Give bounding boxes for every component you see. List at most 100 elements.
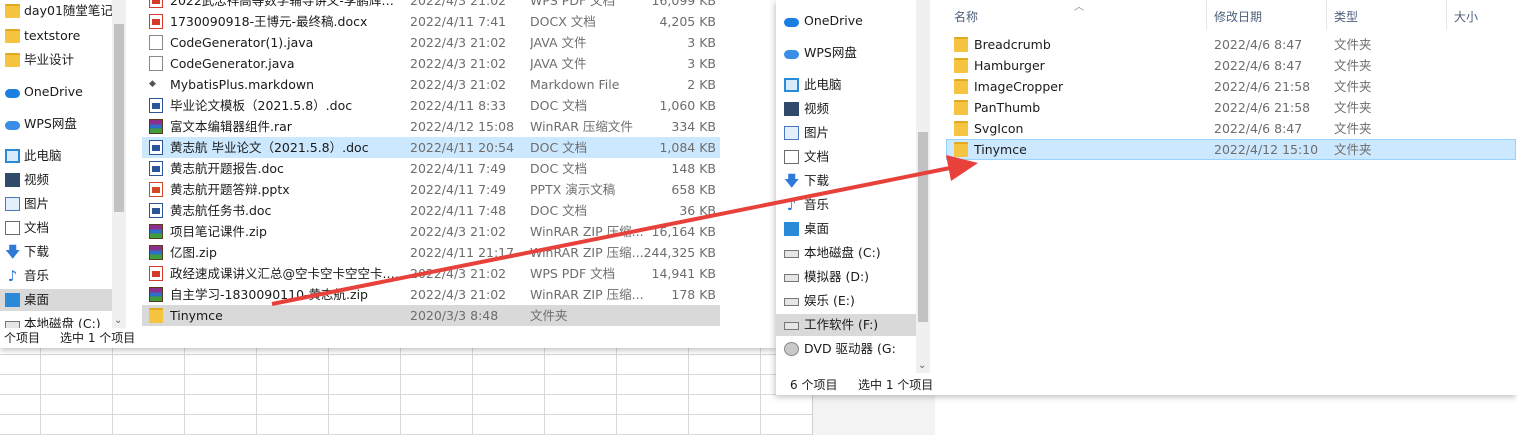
file-name: PanThumb: [974, 100, 1041, 115]
nav-item[interactable]: OneDrive: [0, 81, 112, 103]
folder-icon: [954, 142, 968, 157]
folder-icon: [954, 121, 968, 136]
nav-item[interactable]: WPS网盘: [0, 113, 112, 135]
file-row[interactable]: 富文本编辑器组件.rar 2022/4/12 15:08 WinRAR 压缩文件 33…: [142, 116, 720, 137]
file-type: WinRAR 压缩文件: [530, 119, 633, 134]
file-row[interactable]: 黄志航 毕业论文（2021.5.8）.doc 2022/4/11 20:54 DOC…: [142, 137, 720, 158]
nav-item-label: 下载: [24, 244, 50, 259]
nav-item[interactable]: DVD 驱动器 (G:: [776, 338, 916, 360]
nav-item[interactable]: 视频: [776, 98, 916, 120]
nav-item-label: 桌面: [804, 221, 830, 236]
column-size[interactable]: 大小: [1454, 8, 1478, 25]
status-bar: 个项目 选中 1 个项目: [0, 328, 776, 348]
file-name: SvgIcon: [974, 121, 1024, 136]
word-file-icon: [149, 140, 163, 155]
word-file-icon: [149, 161, 163, 176]
word-file-icon: [149, 203, 163, 218]
file-row[interactable]: ◆ MybatisPlus.markdown 2022/4/3 21:02 Markd…: [142, 74, 720, 95]
navigation-scrollbar[interactable]: ⌄: [916, 0, 930, 373]
videos-icon: [5, 173, 20, 187]
file-row[interactable]: CodeGenerator.java 2022/4/3 21:02 JAVA 文件 3…: [142, 53, 720, 74]
file-row[interactable]: 项目笔记课件.zip 2022/4/3 21:02 WinRAR ZIP 压缩...…: [142, 221, 720, 242]
file-name: CodeGenerator(1).java: [170, 35, 314, 50]
file-row[interactable]: Breadcrumb 2022/4/6 8:47 文件夹: [946, 34, 1516, 55]
file-type: DOC 文档: [530, 140, 588, 155]
nav-item[interactable]: ♪ 音乐: [776, 194, 916, 216]
nav-item[interactable]: day01随堂笔记: [0, 0, 113, 22]
file-date: 2022/4/6 8:47: [1214, 37, 1303, 52]
nav-item[interactable]: 图片: [776, 122, 916, 144]
file-name: 黄志航 毕业论文（2021.5.8）.doc: [170, 140, 369, 155]
file-date: 2022/4/11 8:33: [410, 98, 507, 113]
scrollbar-thumb[interactable]: [918, 132, 928, 322]
nav-item[interactable]: 模拟器 (D:): [776, 266, 916, 288]
nav-item[interactable]: 桌面: [776, 218, 916, 240]
file-row[interactable]: CodeGenerator(1).java 2022/4/3 21:02 JAVA …: [142, 32, 720, 53]
column-type[interactable]: 类型: [1334, 8, 1358, 25]
scroll-down-arrow-icon[interactable]: ⌄: [114, 315, 122, 326]
drive-icon: [784, 274, 799, 282]
file-row[interactable]: 2022武忠祥高等数学辅导讲义-李鹏辉版... 2022/4/3 21:02 WPS…: [142, 0, 720, 11]
folder-icon: [954, 58, 968, 73]
nav-item[interactable]: 本地磁盘 (C:): [0, 313, 112, 328]
nav-item-label: 工作软件 (F:): [804, 317, 879, 332]
file-row[interactable]: 黄志航开题报告.doc 2022/4/11 7:49 DOC 文档 148 KB: [142, 158, 720, 179]
file-type: 文件夹: [1334, 100, 1372, 115]
file-row[interactable]: ImageCropper 2022/4/6 21:58 文件夹: [946, 76, 1516, 97]
file-row[interactable]: Tinymce 2020/3/3 8:48 文件夹: [142, 305, 720, 326]
file-name: 自主学习-1830090110-黄志航.zip: [170, 287, 368, 302]
nav-item[interactable]: 桌面: [0, 289, 112, 311]
file-name: 项目笔记课件.zip: [170, 224, 267, 239]
file-row[interactable]: SvgIcon 2022/4/6 8:47 文件夹: [946, 118, 1516, 139]
file-name: ImageCropper: [974, 79, 1064, 94]
nav-item[interactable]: 🡇 下载: [776, 170, 916, 192]
file-type: 文件夹: [1334, 79, 1372, 94]
nav-item-label: 本地磁盘 (C:): [804, 245, 881, 260]
column-name[interactable]: 名称: [954, 8, 978, 25]
nav-item[interactable]: 视频: [0, 169, 112, 191]
nav-item[interactable]: 娱乐 (E:): [776, 290, 916, 312]
file-size: 14,941 KB: [651, 266, 716, 281]
file-date: 2022/4/3 21:02: [410, 224, 507, 239]
nav-item[interactable]: 工作软件 (F:): [776, 314, 916, 336]
file-row[interactable]: 1730090918-王博元-最终稿.docx 2022/4/11 7:41 DOC…: [142, 11, 720, 32]
file-row[interactable]: 黄志航任务书.doc 2022/4/11 7:48 DOC 文档 36 KB: [142, 200, 720, 221]
pdf-file-icon: [149, 14, 163, 29]
file-row[interactable]: 自主学习-1830090110-黄志航.zip 2022/4/3 21:02 Win…: [142, 284, 720, 305]
file-name: CodeGenerator.java: [170, 56, 295, 71]
file-size: 1,084 KB: [659, 140, 716, 155]
onedrive-icon: [784, 18, 799, 27]
nav-item[interactable]: 毕业设计: [0, 49, 112, 71]
nav-item[interactable]: 此电脑: [776, 74, 916, 96]
file-row[interactable]: 政经速成课讲义汇总@空卡空卡空空卡.p... 2022/4/3 21:02 WPS …: [142, 263, 720, 284]
nav-item[interactable]: ♪ 音乐: [0, 265, 112, 287]
file-row[interactable]: Tinymce 2022/4/12 15:10 文件夹: [946, 139, 1516, 160]
onedrive-icon: [5, 89, 20, 98]
nav-item[interactable]: OneDrive: [776, 10, 916, 32]
nav-item[interactable]: 图片: [0, 193, 112, 215]
file-row[interactable]: PanThumb 2022/4/6 21:58 文件夹: [946, 97, 1516, 118]
file-row[interactable]: 黄志航开题答辩.pptx 2022/4/11 7:49 PPTX 演示文稿 658 K…: [142, 179, 720, 200]
scrollbar-thumb[interactable]: [114, 24, 124, 212]
file-name: 毕业论文模板（2021.5.8）.doc: [170, 98, 353, 113]
nav-item-label: 毕业设计: [24, 52, 75, 67]
file-type: Markdown File: [530, 77, 620, 92]
nav-item[interactable]: 文档: [776, 146, 916, 168]
nav-item[interactable]: 文档: [0, 217, 112, 239]
nav-item[interactable]: textstore: [0, 25, 112, 47]
scroll-down-arrow-icon[interactable]: ⌄: [918, 360, 926, 371]
navigation-scrollbar[interactable]: ⌄: [112, 0, 126, 328]
file-row[interactable]: 亿图.zip 2022/4/11 21:17 WinRAR ZIP 压缩... 244…: [142, 242, 720, 263]
file-date: 2022/4/3 21:02: [410, 77, 507, 92]
file-row[interactable]: Hamburger 2022/4/6 8:47 文件夹: [946, 55, 1516, 76]
nav-item-label: 图片: [24, 196, 50, 211]
nav-item[interactable]: 此电脑: [0, 145, 112, 167]
column-date[interactable]: 修改日期: [1214, 8, 1262, 25]
nav-item[interactable]: WPS网盘: [776, 42, 916, 64]
file-row[interactable]: 毕业论文模板（2021.5.8）.doc 2022/4/11 8:33 DOC 文档…: [142, 95, 720, 116]
nav-item[interactable]: 🡇 下载: [0, 241, 112, 263]
videos-icon: [784, 102, 799, 116]
nav-item-label: WPS网盘: [804, 45, 857, 60]
downloads-icon: 🡇: [5, 243, 21, 261]
nav-item[interactable]: 本地磁盘 (C:): [776, 242, 916, 264]
